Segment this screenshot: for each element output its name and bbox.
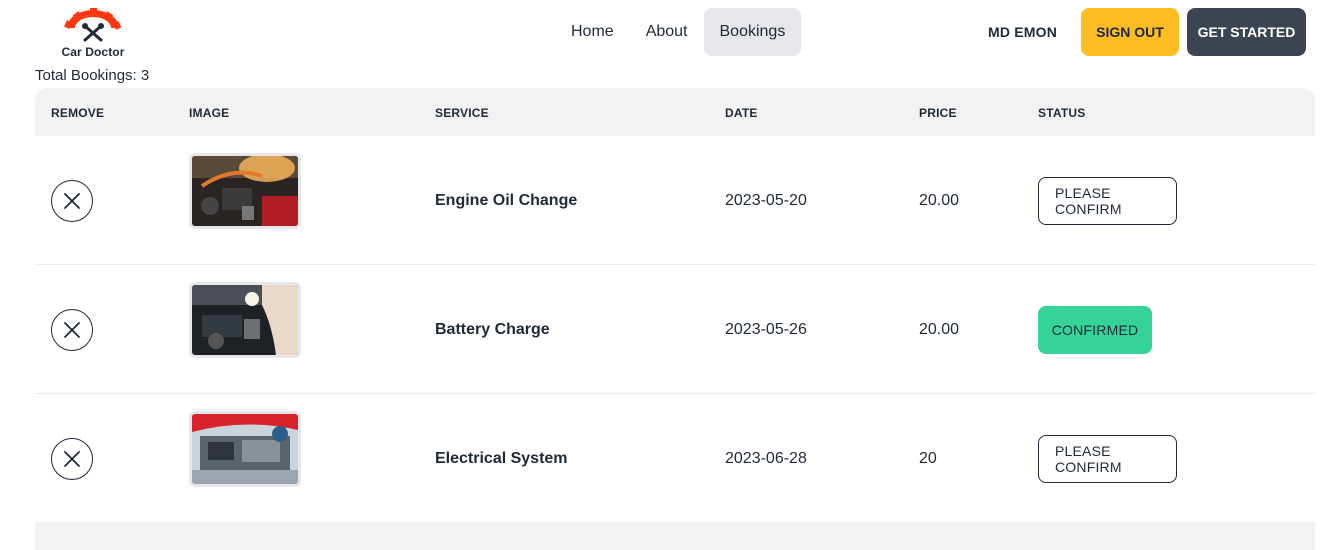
bookings-table: REMOVE IMAGE SERVICE DATE PRICE STATUS E… xyxy=(35,88,1315,523)
get-started-button[interactable]: GET STARTED xyxy=(1187,8,1306,56)
booking-date: 2023-05-26 xyxy=(725,321,807,338)
confirmed-status-button[interactable]: CONFIRMED xyxy=(1038,306,1152,354)
header-date: DATE xyxy=(725,106,758,120)
service-name: Battery Charge xyxy=(435,321,550,338)
gear-wrench-logo-icon xyxy=(64,8,122,42)
table-header: REMOVE IMAGE SERVICE DATE PRICE STATUS xyxy=(35,88,1315,136)
header-image: IMAGE xyxy=(189,106,230,120)
booking-date: 2023-06-28 xyxy=(725,450,807,467)
sign-out-button[interactable]: SIGN OUT xyxy=(1081,8,1179,56)
nav-link-bookings[interactable]: Bookings xyxy=(703,8,802,56)
close-icon xyxy=(64,322,80,338)
table-footer xyxy=(35,522,1315,550)
bookings-page: Car Doctor Home About Bookings MD EMON S… xyxy=(0,0,1337,550)
user-name: MD EMON xyxy=(988,24,1058,40)
close-icon xyxy=(64,193,80,209)
booking-price: 20.00 xyxy=(919,192,960,209)
nav-menu: Home About Bookings xyxy=(555,8,802,56)
nav-link-about[interactable]: About xyxy=(630,8,704,56)
table-row: Electrical System 2023-06-28 20 PLEASE C… xyxy=(35,394,1315,523)
service-image xyxy=(189,153,301,229)
booking-price: 20 xyxy=(919,450,937,467)
close-icon xyxy=(64,451,80,467)
please-confirm-button[interactable]: PLEASE CONFIRM xyxy=(1038,177,1177,225)
total-bookings-count: Total Bookings: 3 xyxy=(35,67,150,84)
header-service: SERVICE xyxy=(435,106,489,120)
table-row: Engine Oil Change 2023-05-20 20.00 PLEAS… xyxy=(35,136,1315,265)
header-price: PRICE xyxy=(919,106,957,120)
service-name: Electrical System xyxy=(435,450,568,467)
service-name: Engine Oil Change xyxy=(435,192,578,209)
header-remove: REMOVE xyxy=(51,106,105,120)
brand-name: Car Doctor xyxy=(61,45,125,59)
service-image xyxy=(189,411,301,487)
brand-logo[interactable]: Car Doctor xyxy=(56,6,130,62)
header-status: STATUS xyxy=(1038,106,1086,120)
nav-link-home[interactable]: Home xyxy=(555,8,630,56)
remove-button[interactable] xyxy=(51,309,93,351)
please-confirm-button[interactable]: PLEASE CONFIRM xyxy=(1038,435,1177,483)
remove-button[interactable] xyxy=(51,438,93,480)
remove-button[interactable] xyxy=(51,180,93,222)
booking-price: 20.00 xyxy=(919,321,960,338)
navbar: Car Doctor Home About Bookings MD EMON S… xyxy=(0,0,1337,68)
booking-date: 2023-05-20 xyxy=(725,192,807,209)
service-image xyxy=(189,282,301,358)
table-row: Battery Charge 2023-05-26 20.00 CONFIRME… xyxy=(35,265,1315,394)
